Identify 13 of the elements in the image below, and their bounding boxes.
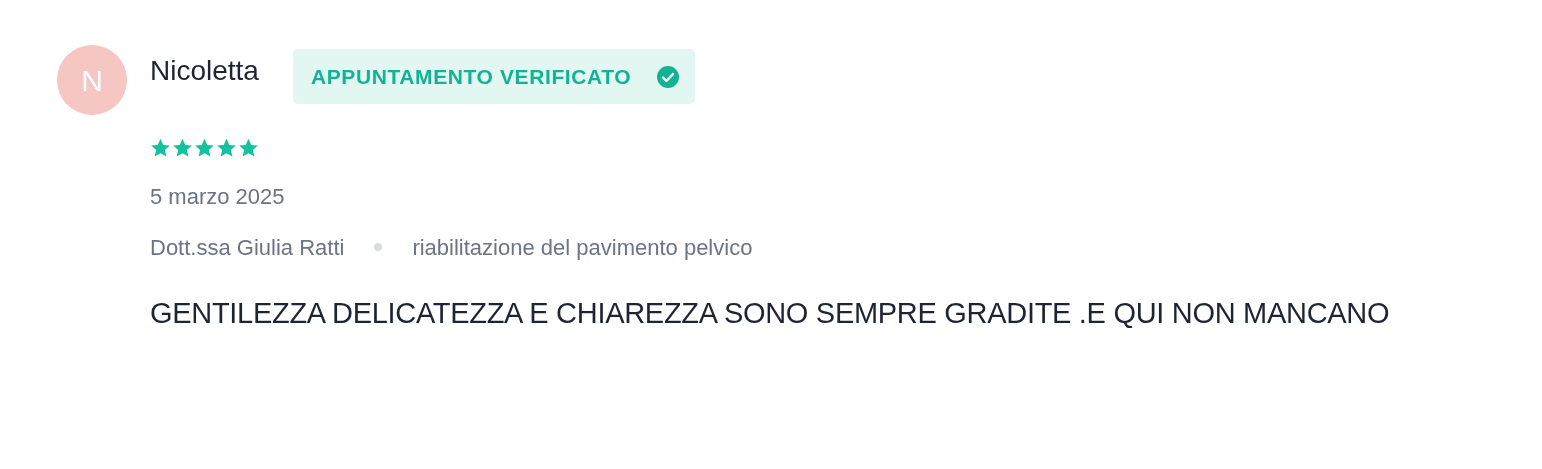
- star-icon: [216, 137, 237, 158]
- star-icon: [150, 137, 171, 158]
- badge-label: APPUNTAMENTO VERIFICATO: [310, 64, 632, 90]
- review-date: 5 marzo 2025: [150, 182, 286, 211]
- service-name: riabilitazione del pavimento pelvico: [412, 233, 753, 262]
- star-icon: [238, 137, 259, 158]
- star-icon: [194, 137, 215, 158]
- separator-dot-icon: [374, 243, 383, 251]
- avatar: N: [57, 45, 127, 115]
- star-icon: [172, 137, 193, 158]
- doctor-name: Dott.ssa Giulia Ratti: [150, 233, 345, 262]
- review-text: GENTILEZZA DELICATEZZA E CHIAREZZA SONO SEMPRE GRADITE .E QUI NON MANCANO: [150, 295, 1390, 331]
- author-name: Nicoletta: [150, 57, 259, 85]
